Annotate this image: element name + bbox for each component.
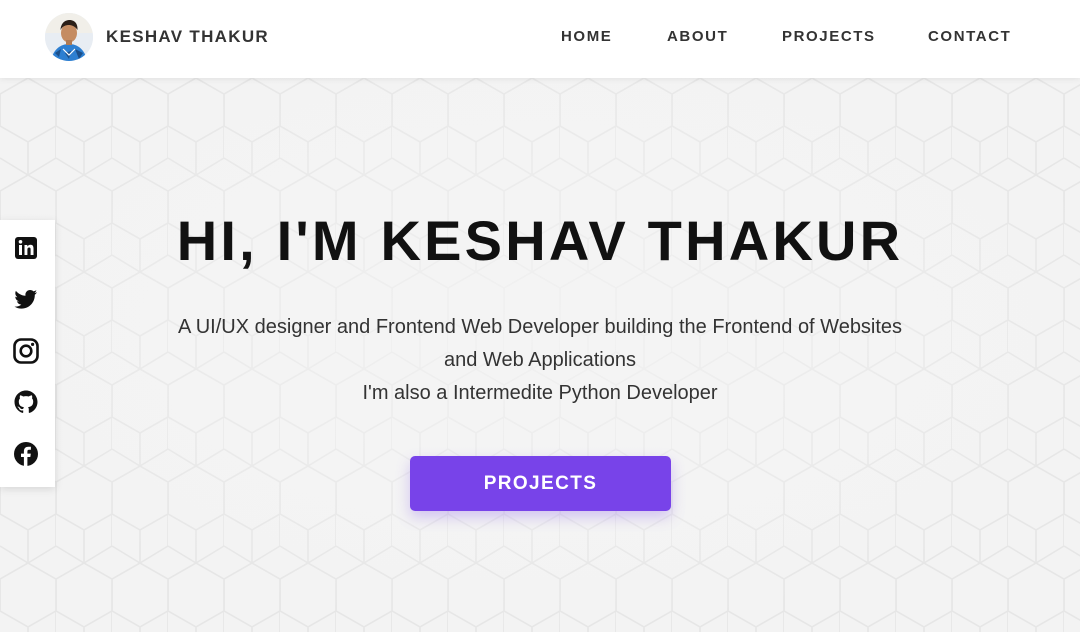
hero-line-1: A UI/UX designer and Frontend Web Develo… xyxy=(177,316,903,338)
hero-title: HI, I'M KESHAV THAKUR xyxy=(176,209,904,272)
linkedin-link[interactable] xyxy=(12,234,40,262)
avatar[interactable] xyxy=(45,13,93,61)
linkedin-icon xyxy=(15,237,37,259)
twitter-icon xyxy=(14,290,38,309)
instagram-icon xyxy=(13,338,39,364)
github-icon xyxy=(14,390,38,413)
hero-line-3: I'm also a Intermedite Python Developer xyxy=(362,382,718,404)
social-sidebar xyxy=(0,220,55,487)
hero-line-2: and Web Applications xyxy=(444,349,636,371)
brand-name[interactable]: KESHAV THAKUR xyxy=(106,27,269,47)
twitter-link[interactable] xyxy=(12,285,40,313)
hero-description: A UI/UX designer and Frontend Web Develo… xyxy=(140,311,940,410)
github-link[interactable] xyxy=(12,388,40,416)
site-header: KESHAV THAKUR HOME ABOUT PROJECTS CONTAC… xyxy=(0,0,1080,78)
nav-contact[interactable]: CONTACT xyxy=(928,28,1011,45)
projects-button[interactable]: PROJECTS xyxy=(410,456,671,511)
nav-home[interactable]: HOME xyxy=(561,28,612,45)
facebook-link[interactable] xyxy=(12,440,40,468)
nav-projects[interactable]: PROJECTS xyxy=(782,28,876,45)
facebook-icon xyxy=(14,442,38,466)
instagram-link[interactable] xyxy=(12,337,40,365)
avatar-photo-icon xyxy=(45,13,93,61)
nav-about[interactable]: ABOUT xyxy=(667,28,728,45)
